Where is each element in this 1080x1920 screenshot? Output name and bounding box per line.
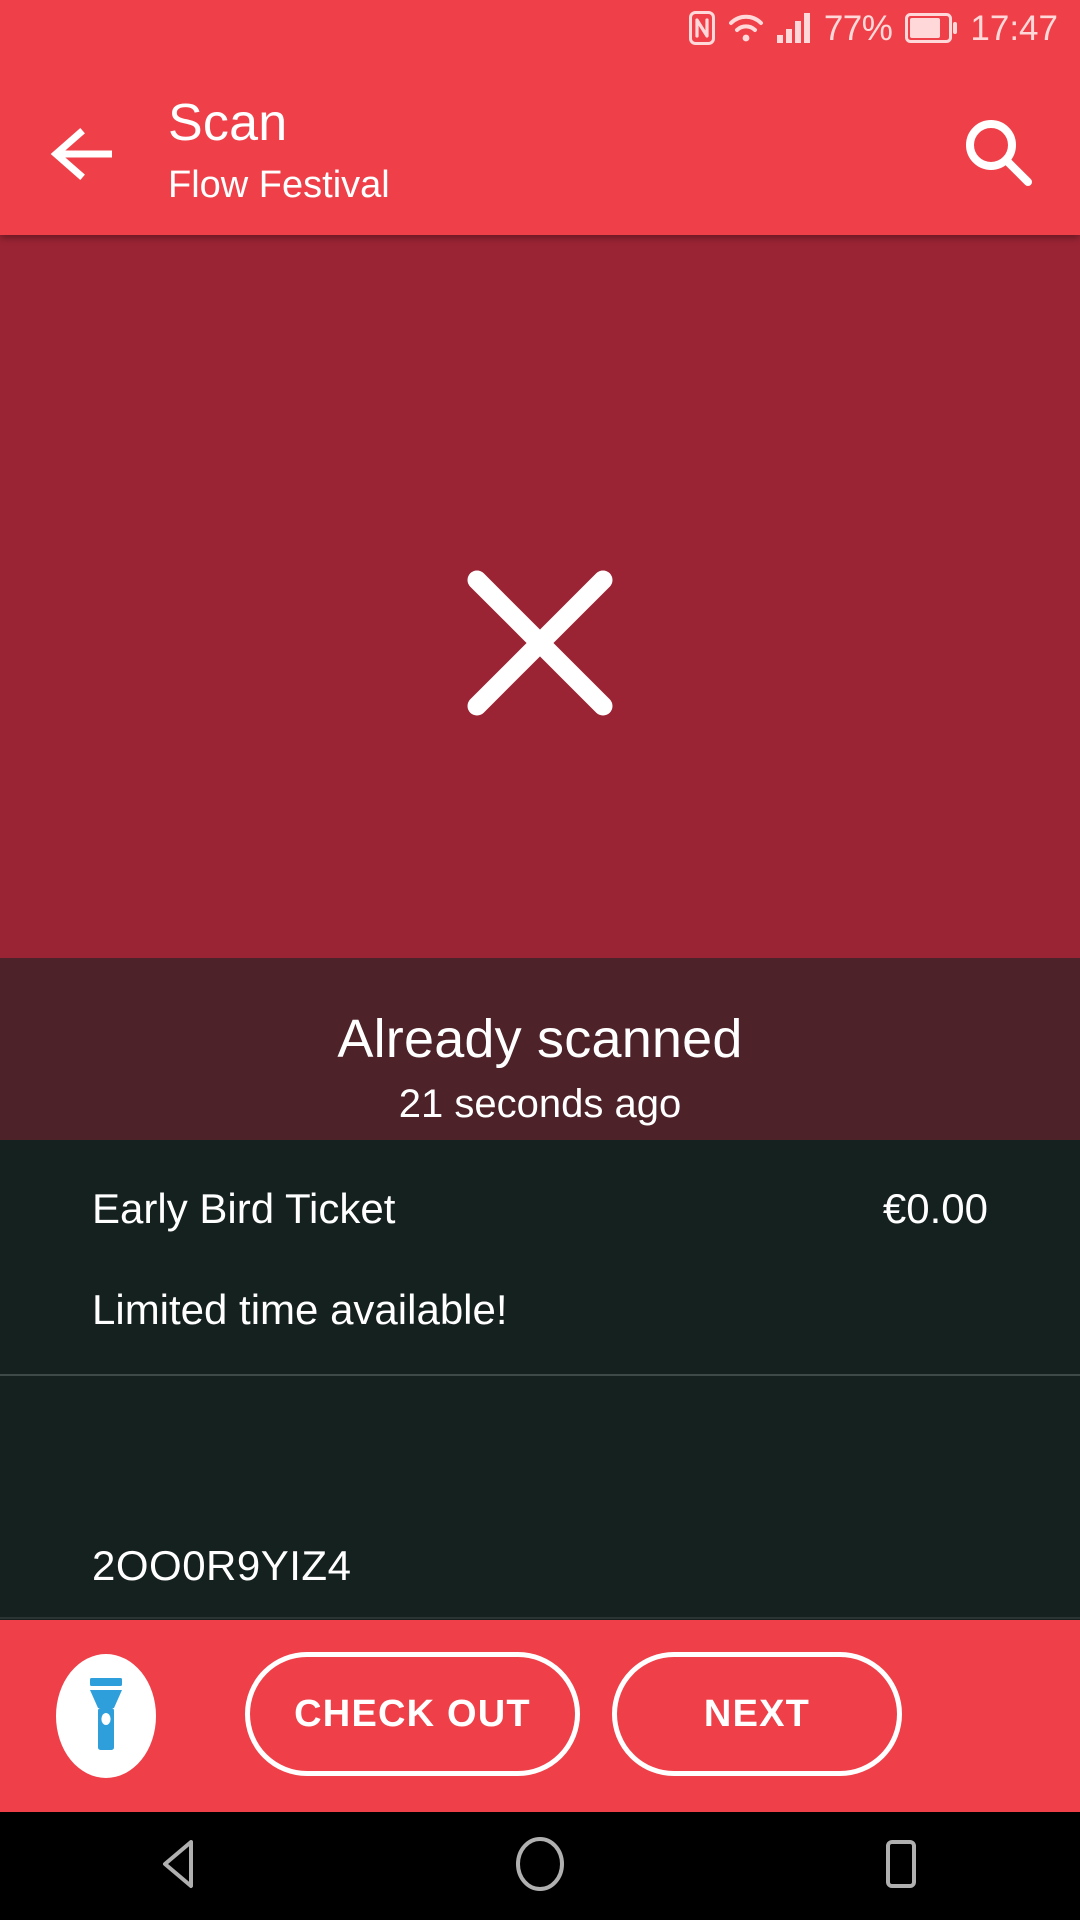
page-title: Scan bbox=[168, 94, 288, 152]
scan-status-title: Already scanned bbox=[337, 1009, 743, 1069]
clock-label: 17:47 bbox=[970, 8, 1058, 48]
nav-back-triangle-icon bbox=[157, 1838, 203, 1895]
header-title-block: Scan Flow Festival bbox=[168, 92, 390, 211]
app-screen: Already scanned 21 seconds ago Early Bir… bbox=[0, 0, 1080, 1920]
wifi-icon bbox=[728, 13, 764, 43]
ticket-details-panel: Early Bird Ticket €0.00 Limited time ava… bbox=[0, 1140, 1080, 1620]
ticket-name-price-row: Early Bird Ticket €0.00 bbox=[0, 1183, 1080, 1235]
next-button[interactable]: NEXT bbox=[612, 1652, 902, 1776]
page-subtitle: Flow Festival bbox=[168, 164, 390, 206]
signal-bars-icon bbox=[776, 13, 811, 43]
android-nav-bar bbox=[0, 1812, 1080, 1920]
battery-icon bbox=[905, 13, 958, 43]
search-icon bbox=[960, 114, 1036, 195]
app-header: 77% 17:47 Scan Flow Festival bbox=[0, 0, 1080, 235]
cross-icon bbox=[465, 568, 615, 718]
scan-status-time: 21 seconds ago bbox=[398, 1082, 682, 1126]
check-out-label: CHECK OUT bbox=[294, 1692, 531, 1735]
ticket-name: Early Bird Ticket bbox=[92, 1185, 396, 1232]
search-button[interactable] bbox=[946, 102, 1050, 206]
ticket-divider bbox=[0, 1374, 1080, 1376]
back-arrow-icon bbox=[50, 125, 118, 188]
nav-home-circle-icon bbox=[514, 1836, 566, 1897]
nfc-icon bbox=[688, 11, 715, 45]
scan-status-band: Already scanned 21 seconds ago bbox=[0, 958, 1080, 1140]
action-bar: CHECK OUT NEXT bbox=[0, 1620, 1080, 1812]
nav-home-button[interactable] bbox=[360, 1836, 720, 1897]
flashlight-button[interactable] bbox=[56, 1654, 156, 1778]
ticket-code: 2OO0R9YIZ4 bbox=[92, 1542, 352, 1589]
nav-recents-button[interactable] bbox=[720, 1838, 1080, 1895]
ticket-price: €0.00 bbox=[882, 1185, 988, 1232]
check-out-button[interactable]: CHECK OUT bbox=[245, 1652, 580, 1776]
battery-percent-label: 77% bbox=[823, 8, 893, 48]
nav-recents-square-icon bbox=[878, 1838, 922, 1895]
next-label: NEXT bbox=[703, 1692, 811, 1735]
ticket-divider-bottom bbox=[0, 1617, 1080, 1619]
flashlight-icon bbox=[83, 1676, 129, 1757]
nav-back-button[interactable] bbox=[0, 1838, 360, 1895]
scan-result-area bbox=[0, 235, 1080, 958]
back-button[interactable] bbox=[34, 108, 134, 204]
ticket-note: Limited time available! bbox=[92, 1286, 508, 1333]
status-bar: 77% 17:47 bbox=[0, 0, 1080, 56]
